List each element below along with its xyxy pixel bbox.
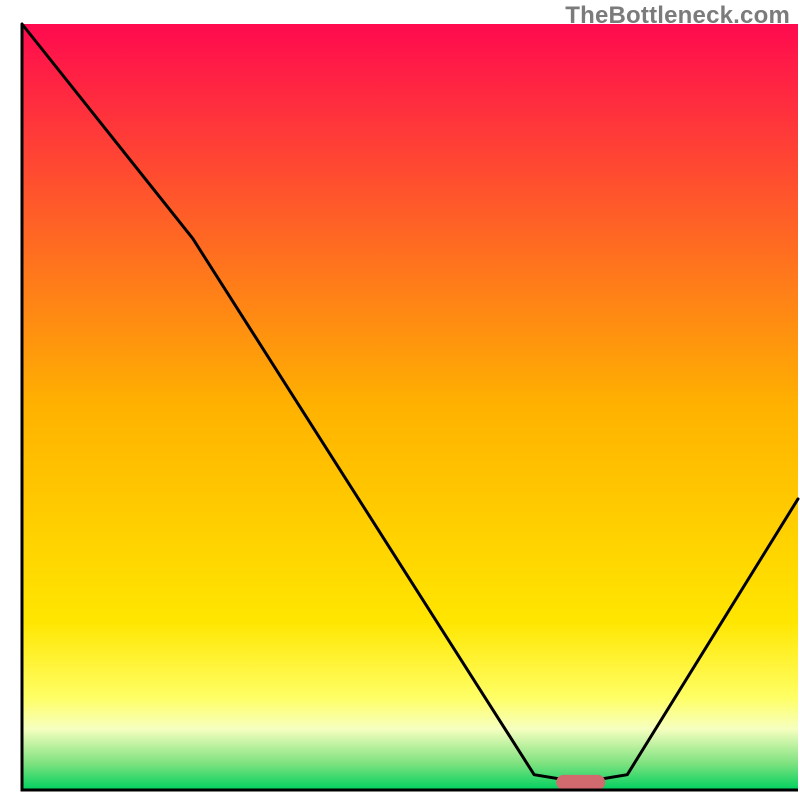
optimum-marker	[557, 775, 605, 789]
chart-container: TheBottleneck.com	[0, 0, 800, 800]
site-watermark: TheBottleneck.com	[565, 2, 790, 30]
bottleneck-chart-svg	[0, 0, 800, 800]
plot-background	[22, 24, 798, 790]
